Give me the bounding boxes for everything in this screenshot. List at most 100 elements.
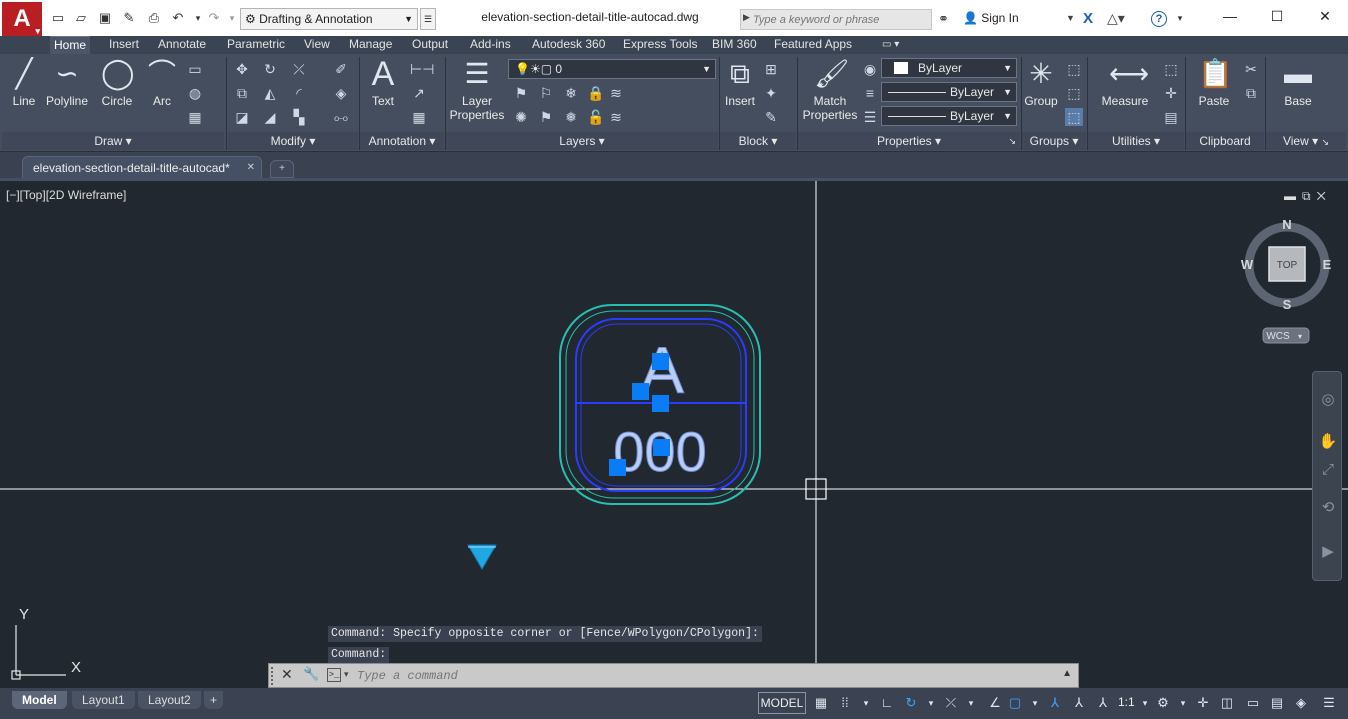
search-expand-icon[interactable]: ▶ xyxy=(743,12,750,23)
chevron-down-icon[interactable]: ▾ xyxy=(344,669,349,680)
chevron-down-icon[interactable]: ▾ xyxy=(1136,694,1154,712)
snap-icon[interactable]: ⁞⁞ xyxy=(836,694,854,712)
zoom-extents-icon[interactable]: ⤢ xyxy=(1318,460,1338,480)
make-current-icon[interactable]: ≋ xyxy=(607,84,625,102)
drawing-area[interactable]: [−][Top][2D Wireframe] ▬⧉✕ A 000 xyxy=(0,181,1348,688)
layer-walk-icon[interactable]: ≋ xyxy=(607,108,625,126)
application-menu-button[interactable]: A xyxy=(2,2,42,36)
annotation-scale-value[interactable]: 1:1 xyxy=(1118,695,1135,709)
leader-icon[interactable]: ↗ xyxy=(410,84,428,102)
layer-unlock-icon[interactable]: 🔓 xyxy=(587,108,605,126)
elevation-marker-triangle[interactable] xyxy=(467,544,497,570)
layer-properties-button[interactable]: ☰ Layer Properties xyxy=(448,58,506,122)
layer-match-icon[interactable]: ⚑ xyxy=(537,108,555,126)
circle-button[interactable]: ◯ Circle xyxy=(98,58,136,109)
layout-tab-layout1[interactable]: Layout1 xyxy=(72,691,135,709)
table-icon[interactable]: ▦ xyxy=(410,108,428,126)
edit-block-icon[interactable]: ✦ xyxy=(762,84,780,102)
block-panel-footer[interactable]: Block ▾ xyxy=(720,132,796,150)
quick-select-icon[interactable]: ⬚ xyxy=(1162,60,1180,78)
lock-ui-icon[interactable]: ▤ xyxy=(1268,694,1286,712)
chevron-down-icon[interactable]: ▼ xyxy=(1066,13,1075,23)
customize-icon[interactable]: ☰ xyxy=(1320,694,1338,712)
match-properties-button[interactable]: 🖌 Match Properties xyxy=(800,58,860,122)
layer-off-icon[interactable]: ⚑ xyxy=(512,84,530,102)
dialog-launcher-icon[interactable]: ↘ xyxy=(1321,137,1329,147)
copy-icon[interactable]: ⧉ xyxy=(233,84,251,102)
grip[interactable] xyxy=(653,439,670,456)
annotation-monitor-icon[interactable]: ✛ xyxy=(1194,694,1212,712)
close-button[interactable]: ✕ xyxy=(1310,6,1340,26)
command-prompt-icon[interactable]: >_ xyxy=(327,668,341,682)
binoculars-icon[interactable]: ⚭ xyxy=(938,11,949,27)
compass-north[interactable]: N xyxy=(1282,217,1291,232)
redo-icon[interactable]: ↷ xyxy=(206,10,222,26)
point-icon[interactable]: ✛ xyxy=(1162,84,1180,102)
layer-lock-icon[interactable]: 🔒 xyxy=(587,84,605,102)
grip[interactable] xyxy=(632,383,649,400)
base-button[interactable]: ▬ Base xyxy=(1278,58,1318,108)
polar-tracking-icon[interactable]: ↻ xyxy=(902,694,920,712)
line-button[interactable]: ╱ Line xyxy=(6,58,42,108)
text-button[interactable]: A Text xyxy=(364,57,402,108)
measure-button[interactable]: ⟷ Measure xyxy=(1098,58,1152,108)
explode-icon[interactable]: ◈ xyxy=(332,84,350,102)
object-snap-icon[interactable]: ▢ xyxy=(1006,694,1024,712)
layout-tab-layout2[interactable]: Layout2 xyxy=(138,691,201,709)
offset-icon[interactable]: ⧟ xyxy=(332,108,350,126)
quick-properties-icon[interactable]: ▭ xyxy=(1244,694,1262,712)
compass-west[interactable]: W xyxy=(1241,257,1254,272)
groups-panel-footer[interactable]: Groups ▾ xyxy=(1022,132,1086,150)
tab-output[interactable]: Output xyxy=(408,36,452,54)
scale-icon[interactable]: ◢ xyxy=(261,108,279,126)
chevron-down-icon[interactable]: ▾ xyxy=(922,694,940,712)
properties-panel-footer[interactable]: Properties ▾ ↘ xyxy=(798,132,1020,150)
layer-thaw-icon[interactable]: ❅ xyxy=(562,108,580,126)
tab-autodesk-360[interactable]: Autodesk 360 xyxy=(528,36,609,54)
quick-access-customize-button[interactable]: ☰ xyxy=(420,8,436,30)
file-tab[interactable]: elevation-section-detail-title-autocad* … xyxy=(22,156,262,180)
open-icon[interactable]: ▱ xyxy=(73,10,89,26)
showmotion-icon[interactable]: ▶ xyxy=(1318,542,1338,562)
workspace-switcher[interactable]: ⚙ Drafting & Annotation ▼ xyxy=(240,8,418,30)
workspace-gear-icon[interactable]: ⚙ xyxy=(1154,694,1172,712)
calculator-icon[interactable]: ▤ xyxy=(1162,108,1180,126)
help-dropdown-icon[interactable]: ▾ xyxy=(1172,10,1188,26)
chevron-down-icon[interactable]: ▾ xyxy=(1026,694,1044,712)
save-icon[interactable]: ▣ xyxy=(97,10,113,26)
tab-bim-360[interactable]: BIM 360 xyxy=(708,36,761,54)
draw-panel-footer[interactable]: Draw ▾ xyxy=(2,132,224,150)
compass-east[interactable]: E xyxy=(1323,257,1332,272)
new-icon[interactable]: ▭ xyxy=(50,10,66,26)
model-space-button[interactable]: MODEL xyxy=(758,692,806,714)
clipboard-panel-footer[interactable]: Clipboard xyxy=(1186,132,1264,150)
tab-manage[interactable]: Manage xyxy=(345,36,396,54)
array-icon[interactable]: ▚ xyxy=(290,108,308,126)
modify-panel-footer[interactable]: Modify ▾ xyxy=(228,132,358,150)
utilities-panel-footer[interactable]: Utilities ▾ xyxy=(1088,132,1184,150)
wrench-icon[interactable]: 🔧 xyxy=(303,666,319,682)
sign-in-button[interactable]: 👤 Sign In xyxy=(963,11,1019,25)
orbit-icon[interactable]: ⟲ xyxy=(1318,498,1338,518)
close-icon[interactable]: ✕ xyxy=(281,666,293,683)
layer-on-icon[interactable]: ✺ xyxy=(512,108,530,126)
move-icon[interactable]: ✥ xyxy=(233,60,251,78)
tab-home[interactable]: Home xyxy=(50,36,91,54)
command-history-icon[interactable]: ▲ xyxy=(1062,668,1072,679)
compass-south[interactable]: S xyxy=(1283,297,1292,312)
annotation-panel-footer[interactable]: Annotation ▾ xyxy=(360,132,444,150)
arc-button[interactable]: ⌒ Arc xyxy=(145,58,179,108)
dimension-icon[interactable]: ⊢⊣ xyxy=(410,60,434,78)
ribbon-minimize-icon[interactable]: ▭ ▾ xyxy=(878,36,903,54)
group-edit-icon[interactable]: ⬚ xyxy=(1065,84,1083,102)
color-wheel-icon[interactable]: ◉ xyxy=(861,60,879,78)
lineweight-icon[interactable]: ≡ xyxy=(861,84,879,102)
chevron-down-icon[interactable]: ▾ xyxy=(857,694,875,712)
tab-parametric[interactable]: Parametric xyxy=(223,36,289,54)
close-icon[interactable]: ✕ xyxy=(247,157,255,179)
object-snap-tracking-icon[interactable]: ∠ xyxy=(986,694,1004,712)
view-panel-footer[interactable]: View ▾ ↘ xyxy=(1266,132,1346,150)
redo-dropdown-icon[interactable]: ▾ xyxy=(224,10,240,26)
save-as-icon[interactable]: ✎ xyxy=(121,10,137,26)
tab-insert[interactable]: Insert xyxy=(105,36,143,54)
